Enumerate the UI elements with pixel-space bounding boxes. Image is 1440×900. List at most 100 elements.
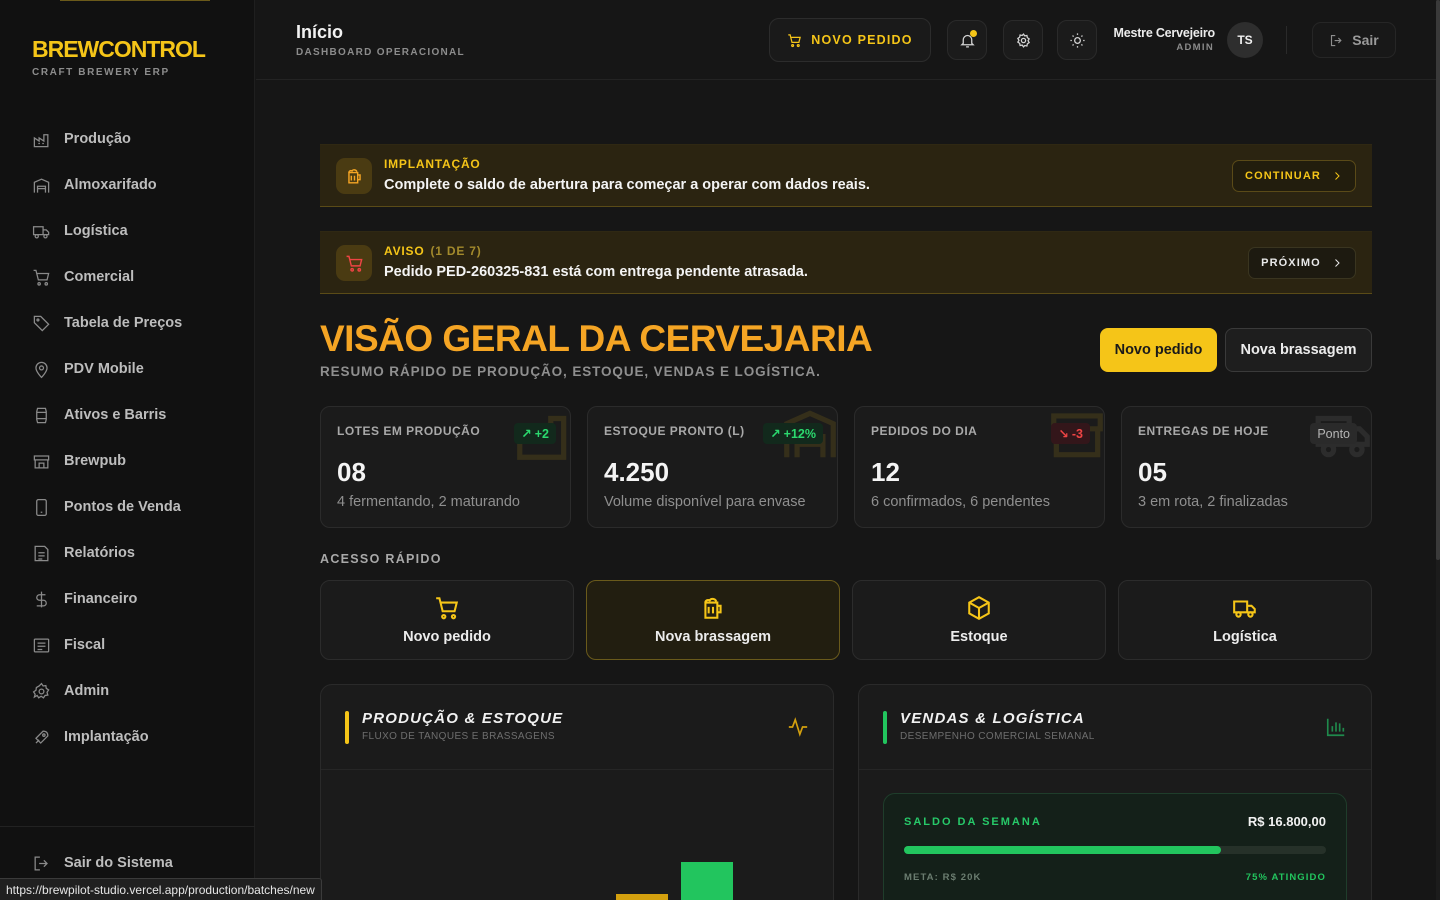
kpi-desc: 4 fermentando, 2 maturando: [337, 494, 520, 510]
kpi-card-entregas[interactable]: ENTREGAS DE HOJE Ponto 05 3 em rota, 2 f…: [1121, 406, 1372, 528]
continue-button[interactable]: CONTINUAR: [1232, 160, 1356, 192]
next-notice-button[interactable]: PRÓXIMO: [1248, 247, 1356, 279]
sidebar-item-relatorios[interactable]: Relatórios: [32, 530, 247, 576]
sidebar-item-ativos-barris[interactable]: Ativos e Barris: [32, 392, 247, 438]
kpi-badge-text: -3: [1071, 426, 1083, 441]
sidebar-item-label: Brewpub: [64, 453, 127, 469]
sidebar-item-producao[interactable]: Produção: [32, 116, 247, 162]
new-brew-button[interactable]: Nova brassagem: [1225, 328, 1372, 372]
sidebar-item-label: Logística: [64, 223, 128, 239]
sidebar-item-label: PDV Mobile: [64, 361, 144, 377]
sidebar-item-comercial[interactable]: Comercial: [32, 254, 247, 300]
theme-toggle-button[interactable]: [1057, 20, 1097, 60]
quick-new-brew[interactable]: Nova brassagem: [586, 580, 840, 660]
continue-label: CONTINUAR: [1245, 170, 1321, 182]
notice-banner-icon-wrap: [336, 245, 372, 281]
quick-new-order[interactable]: Novo pedido: [320, 580, 574, 660]
setup-banner-text: Complete o saldo de abertura para começa…: [384, 177, 870, 193]
production-chart: [616, 862, 733, 900]
sidebar-item-almoxarifado[interactable]: Almoxarifado: [32, 162, 247, 208]
quick-logistics[interactable]: Logística: [1118, 580, 1372, 660]
box-icon: [968, 595, 990, 621]
browser-status-url: https://brewpilot-studio.vercel.app/prod…: [0, 878, 322, 900]
sidebar-item-implantacao[interactable]: Implantação: [32, 714, 247, 760]
dollar-icon: [36, 591, 47, 607]
sidebar-item-tabela-precos[interactable]: Tabela de Preços: [32, 300, 247, 346]
user-name: Mestre Cervejeiro: [1113, 26, 1215, 40]
notifications-button[interactable]: [947, 20, 987, 60]
logout-label: Sair: [1352, 32, 1379, 48]
sidebar-item-pdv-mobile[interactable]: PDV Mobile: [32, 346, 247, 392]
sun-icon: [1069, 32, 1085, 48]
kpi-badge: Ponto: [1310, 423, 1357, 444]
sidebar-item-financeiro[interactable]: Financeiro: [32, 576, 247, 622]
logout-icon: [1331, 34, 1342, 46]
quick-item-label: Novo pedido: [403, 629, 491, 645]
trend-down-icon: ↘: [1058, 427, 1069, 441]
kpi-card-estoque[interactable]: ESTOQUE PRONTO (L) ↗ +12% 4.250 Volume di…: [587, 406, 838, 528]
truck-icon: [1233, 600, 1256, 618]
kpi-card-lotes[interactable]: LOTES EM PRODUÇÃO ↗ +2 08 4 fermentando, …: [320, 406, 571, 528]
cart-icon: [788, 33, 802, 47]
kpi-badge: ↗ +12%: [763, 423, 823, 444]
sidebar-item-brewpub[interactable]: Brewpub: [32, 438, 247, 484]
weekly-progress-label: 75% ATINGIDO: [1245, 872, 1326, 883]
sidebar-item-label: Pontos de Venda: [64, 499, 181, 515]
sidebar-item-logistica[interactable]: Logística: [32, 208, 247, 254]
panel-title: PRODUÇÃO & ESTOQUE: [362, 710, 564, 727]
kpi-badge-text: +12%: [783, 426, 816, 441]
brand[interactable]: BREWCONTROL CRAFT BREWERY ERP: [32, 36, 206, 78]
scrollbar-thumb[interactable]: [1436, 0, 1440, 560]
cart-icon: [346, 255, 363, 272]
next-notice-label: PRÓXIMO: [1261, 257, 1321, 269]
production-bar: [616, 894, 668, 900]
kpi-badge: ↘ -3: [1051, 423, 1090, 444]
sidebar-item-label: Produção: [64, 131, 131, 147]
sidebar-item-label: Tabela de Preços: [64, 315, 183, 331]
logout-button[interactable]: Sair: [1312, 22, 1396, 58]
sidebar-item-fiscal[interactable]: Fiscal: [32, 622, 247, 668]
header-new-order-button[interactable]: NOVO PEDIDO: [769, 18, 931, 62]
user-role: ADMIN: [1176, 42, 1214, 53]
beer-icon: [704, 597, 722, 619]
kpi-desc: 3 em rota, 2 finalizadas: [1138, 494, 1288, 510]
sidebar-item-admin[interactable]: Admin: [32, 668, 247, 714]
new-order-button[interactable]: Novo pedido: [1100, 328, 1217, 372]
kpi-label: ENTREGAS DE HOJE: [1138, 424, 1269, 438]
warehouse-icon: [33, 177, 50, 193]
bar-chart-icon[interactable]: [1325, 716, 1347, 738]
hero-subtitle: RESUMO RÁPIDO DE PRODUÇÃO, ESTOQUE, VEND…: [320, 364, 821, 379]
sidebar-item-label: Relatórios: [64, 545, 135, 561]
sidebar-item-label: Financeiro: [64, 591, 138, 607]
activity-icon[interactable]: [787, 716, 809, 738]
gear-icon: [32, 682, 50, 699]
chevron-right-icon: [1335, 172, 1340, 180]
gear-icon: [1016, 32, 1030, 48]
panel-subtitle: DESEMPENHO COMERCIAL SEMANAL: [900, 731, 1095, 742]
panel-title: VENDAS & LOGÍSTICA: [900, 710, 1085, 727]
receipt-icon: [33, 638, 50, 652]
sidebar-logout-label: Sair do Sistema: [64, 855, 173, 871]
kpi-value: 08: [337, 457, 366, 487]
quick-access-title: ACESSO RÁPIDO: [320, 552, 442, 566]
header-divider: [1286, 26, 1287, 54]
kpi-value: 05: [1138, 457, 1167, 487]
settings-button[interactable]: [1003, 20, 1043, 60]
sidebar-item-label: Admin: [64, 683, 110, 699]
quick-stock[interactable]: Estoque: [852, 580, 1106, 660]
brand-tagline: CRAFT BREWERY ERP: [32, 67, 170, 78]
weekly-balance-value: R$ 16.800,00: [1247, 814, 1326, 829]
sidebar-item-pontos-venda[interactable]: Pontos de Venda: [32, 484, 247, 530]
header-new-order-label: NOVO PEDIDO: [811, 33, 913, 47]
weekly-goal-label: META: R$ 20K: [904, 872, 982, 883]
setup-banner: IMPLANTAÇÃO Complete o saldo de abertura…: [320, 144, 1372, 207]
top-header: Início DASHBOARD OPERACIONAL NOVO PEDIDO…: [256, 0, 1440, 80]
setup-banner-title: IMPLANTAÇÃO: [384, 157, 481, 171]
page-scrollbar[interactable]: [1436, 0, 1440, 900]
factory-icon: [33, 133, 49, 147]
production-bar: [681, 862, 733, 900]
kpi-value: 12: [871, 457, 900, 487]
avatar[interactable]: TS: [1227, 22, 1263, 58]
kpi-card-pedidos[interactable]: PEDIDOS DO DIA ↘ -3 12 6 confirmados, 6 p…: [854, 406, 1105, 528]
panel-subtitle: FLUXO DE TANQUES E BRASSAGENS: [362, 731, 555, 742]
